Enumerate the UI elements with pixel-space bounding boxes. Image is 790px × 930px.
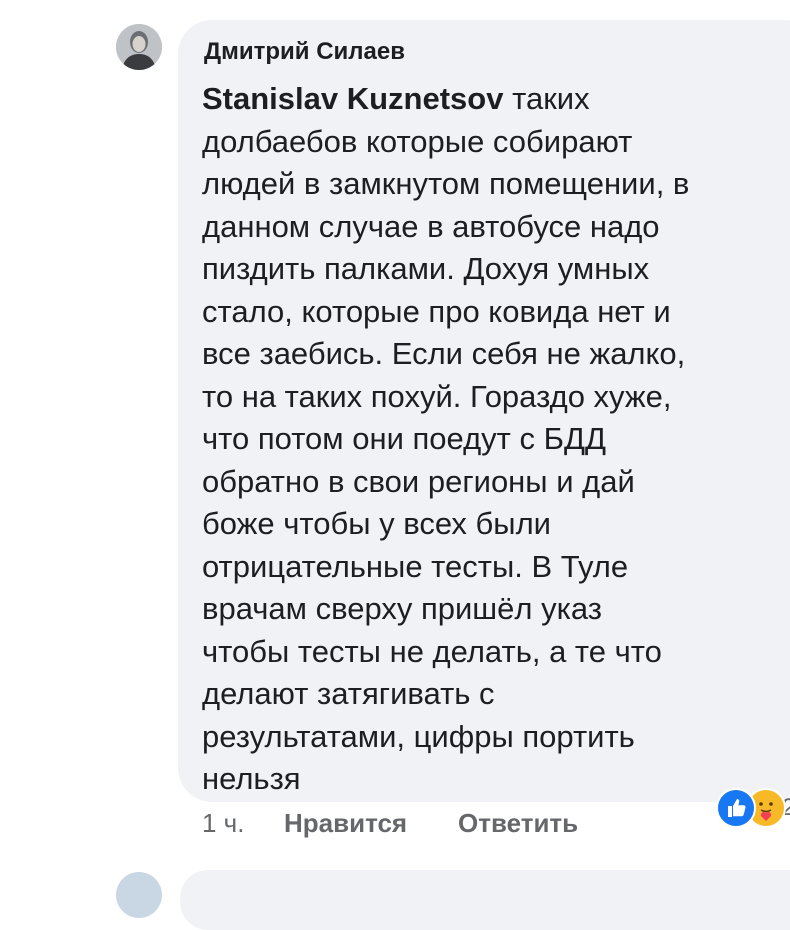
like-icon	[716, 788, 756, 828]
mention-link[interactable]: Stanislav Kuznetsov	[202, 81, 503, 116]
comment-text-line: отрицательные тесты. В Туле	[202, 548, 629, 584]
comment-text-line: чтобы тесты не делать, а те что	[202, 633, 662, 669]
comment-author-name[interactable]: Дмитрий Силаев	[204, 38, 405, 66]
comment-text-line: что потом они поедут с БДД	[202, 421, 606, 456]
comment-text-line: обратно в свои регионы и дай	[202, 463, 635, 499]
comment-timestamp[interactable]: 1 ч.	[202, 808, 244, 839]
comment-text-line: людей в замкнутом помещении, в	[202, 166, 690, 201]
comment-text-line: то на таких похуй. Гораздо хуже,	[202, 378, 672, 414]
reply-button[interactable]: Ответить	[458, 808, 578, 839]
comment-text-line: боже чтобы у всех были	[202, 506, 551, 541]
comment-text-line: таких	[512, 81, 590, 116]
next-comment-avatar[interactable]	[116, 872, 162, 918]
avatar-photo-icon	[116, 24, 162, 70]
comment-text-line: врачам сверху пришёл указ	[202, 591, 602, 626]
like-button[interactable]: Нравится	[284, 808, 407, 839]
comment-text-line: пиздить палками. Дохуя умных	[202, 251, 650, 286]
comment-text-line: делают затягивать с	[202, 676, 495, 711]
next-comment-bubble	[180, 870, 790, 930]
comment-body: Stanislav Kuznetsov таких долбаебов кото…	[202, 78, 790, 801]
comment-text-line: все заебись. Если себя не жалко,	[202, 336, 686, 371]
comment-text-line: нельзя	[202, 761, 301, 796]
comment-text-line: стало, которые про ковида нет и	[202, 293, 671, 329]
comment-text-line: результатами, цифры портить	[202, 718, 635, 754]
comment-text-line: долбаебов которые собирают	[202, 123, 633, 159]
comment-avatar[interactable]	[116, 24, 162, 70]
comment-text-line: данном случае в автобусе надо	[202, 208, 660, 244]
